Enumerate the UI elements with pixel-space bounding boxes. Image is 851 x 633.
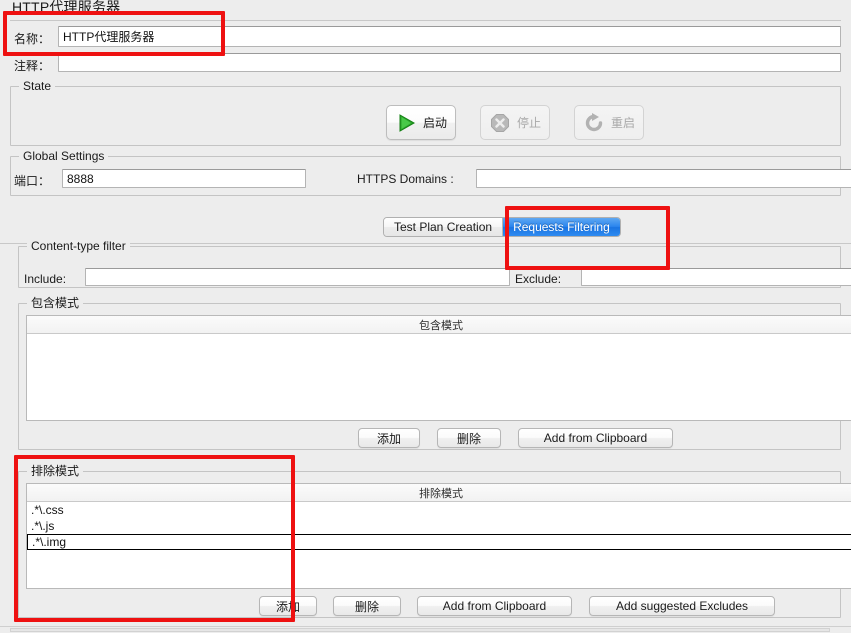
stop-icon — [489, 112, 511, 134]
include-patterns-table[interactable]: 包含模式 — [26, 315, 851, 421]
bottom-inner-bar — [10, 628, 830, 632]
tab-test-plan-creation[interactable]: Test Plan Creation — [384, 218, 503, 236]
include-patterns-column-header: 包含模式 — [27, 316, 851, 334]
header-divider — [10, 20, 841, 21]
start-button[interactable]: 启动 — [386, 105, 456, 140]
tab-requests-filtering[interactable]: Requests Filtering — [502, 218, 620, 236]
https-domains-input[interactable] — [476, 169, 851, 188]
exclude-label: Exclude: — [515, 272, 562, 286]
page-title: HTTP代理服务器 — [12, 0, 121, 15]
exclude-patterns-table[interactable]: 排除模式 .*\.css .*\.js .*\.img — [26, 483, 851, 589]
exclude-pattern-row-2[interactable]: .*\.js — [27, 518, 851, 534]
restart-button-label: 重启 — [610, 116, 635, 130]
exclude-patterns-column-header: 排除模式 — [27, 484, 851, 502]
play-icon — [395, 112, 417, 134]
start-button-label: 启动 — [422, 116, 447, 130]
exclude-add-suggested-button[interactable]: Add suggested Excludes — [589, 596, 775, 616]
exclude-add-button[interactable]: 添加 — [259, 596, 317, 616]
exclude-patterns-group-label: 排除模式 — [27, 464, 84, 478]
comment-input[interactable] — [58, 53, 841, 72]
exclude-add-from-clipboard-button[interactable]: Add from Clipboard — [417, 596, 572, 616]
global-settings-group-label: Global Settings — [19, 149, 109, 163]
include-delete-button[interactable]: 删除 — [437, 428, 501, 448]
restart-button[interactable]: 重启 — [574, 105, 644, 140]
bottom-edge — [0, 626, 851, 633]
state-group-label: State — [19, 79, 56, 93]
content-type-exclude-input[interactable] — [581, 268, 851, 286]
restart-icon — [583, 112, 605, 134]
name-input[interactable]: HTTP代理服务器 — [58, 26, 841, 47]
include-add-button[interactable]: 添加 — [358, 428, 420, 448]
stop-button-label: 停止 — [516, 116, 541, 130]
content-type-filter-group-label: Content-type filter — [27, 239, 130, 253]
https-domains-label: HTTPS Domains : — [357, 172, 454, 186]
include-patterns-group-label: 包含模式 — [27, 296, 84, 310]
include-add-from-clipboard-button[interactable]: Add from Clipboard — [518, 428, 673, 448]
port-input[interactable]: 8888 — [62, 169, 306, 188]
comment-label: 注释： — [14, 59, 51, 73]
exclude-delete-button[interactable]: 删除 — [333, 596, 401, 616]
filter-tabs[interactable]: Test Plan Creation Requests Filtering — [383, 217, 621, 237]
stop-button[interactable]: 停止 — [480, 105, 550, 140]
exclude-pattern-row-1[interactable]: .*\.css — [27, 502, 851, 518]
name-label: 名称： — [14, 32, 51, 46]
include-label: Include: — [24, 272, 67, 286]
port-label: 端口： — [14, 174, 51, 188]
content-type-include-input[interactable] — [85, 268, 510, 286]
exclude-pattern-row-3[interactable]: .*\.img — [27, 534, 851, 550]
